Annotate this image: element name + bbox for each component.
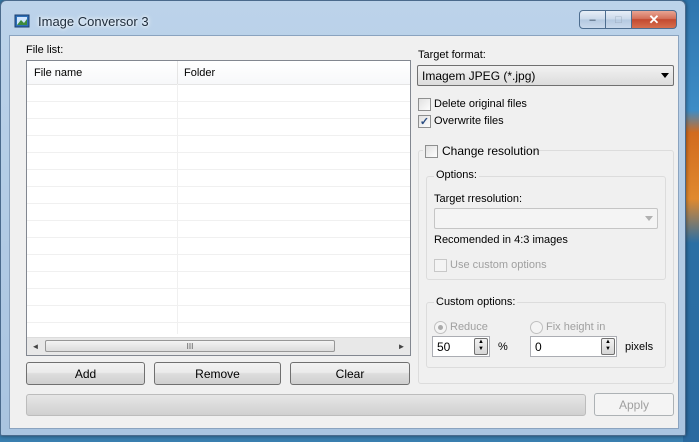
apply-button[interactable]: Apply [594, 393, 674, 416]
overwrite-label[interactable]: Overwrite files [434, 115, 504, 127]
fix-height-radio[interactable] [530, 321, 543, 334]
height-value: 0 [535, 340, 542, 354]
scroll-left-button[interactable]: ◄ [27, 338, 44, 355]
column-gridline [177, 84, 178, 334]
delete-original-checkbox[interactable] [418, 98, 431, 111]
reduce-value: 50 [437, 340, 451, 354]
fix-height-label[interactable]: Fix height in [546, 321, 605, 333]
change-resolution-checkbox[interactable] [425, 145, 438, 158]
overwrite-checkbox[interactable]: ✓ [418, 115, 431, 128]
target-format-value: Imagem JPEG (*.jpg) [422, 69, 536, 83]
chevron-down-icon [645, 216, 653, 221]
maximize-icon: □ [615, 13, 622, 26]
delete-original-label[interactable]: Delete original files [434, 98, 527, 110]
grid-row-line [27, 135, 410, 136]
app-icon [14, 14, 30, 28]
column-divider[interactable] [177, 61, 178, 84]
file-list-view[interactable]: File name Folder ◄ III ► [26, 60, 411, 356]
grid-row-line [27, 237, 410, 238]
file-list-label: File list: [26, 44, 64, 56]
conversion-progress-bar [26, 394, 586, 416]
target-resolution-label: Target rresolution: [434, 193, 523, 205]
grid-row-line [27, 101, 410, 102]
horizontal-scrollbar[interactable]: ◄ III ► [27, 337, 410, 355]
use-custom-checkbox[interactable] [434, 259, 447, 272]
grid-row-line [27, 118, 410, 119]
grip-icon: III [186, 341, 194, 351]
grid-row-line [27, 322, 410, 323]
maximize-button[interactable]: □ [606, 10, 632, 29]
scroll-thumb[interactable]: III [45, 340, 335, 352]
recommended-text: Recomended in 4:3 images [434, 234, 568, 246]
grid-row-line [27, 288, 410, 289]
close-button[interactable]: ✕ [632, 10, 677, 29]
height-pixels-spinner[interactable]: 0 ▲ ▼ [530, 336, 617, 357]
custom-options-group [426, 302, 666, 368]
custom-options-title: Custom options: [434, 296, 518, 308]
client-area: File list: File name Folder ◄ III ► Add … [9, 35, 679, 429]
minimize-icon: – [589, 13, 596, 26]
close-icon: ✕ [648, 11, 660, 27]
pixels-unit: pixels [625, 341, 654, 353]
arrow-right-icon: ► [397, 342, 406, 351]
minimize-button[interactable]: – [579, 10, 606, 29]
app-window: Image Conversor 3 – □ ✕ File list: File … [0, 0, 686, 436]
grid-row-line [27, 305, 410, 306]
checkmark-icon: ✓ [419, 116, 430, 128]
target-format-label: Target format: [418, 49, 486, 61]
spinner-arrows-icon[interactable]: ▲ ▼ [474, 338, 488, 355]
add-button[interactable]: Add [26, 362, 145, 385]
target-resolution-dropdown[interactable] [434, 208, 658, 229]
grid-row-line [27, 271, 410, 272]
column-file-name[interactable]: File name [34, 67, 82, 79]
column-folder[interactable]: Folder [184, 67, 215, 79]
scroll-right-button[interactable]: ► [393, 338, 410, 355]
grid-row-line [27, 203, 410, 204]
grid-row-line [27, 169, 410, 170]
grid-row-line [27, 220, 410, 221]
target-format-dropdown[interactable]: Imagem JPEG (*.jpg) [417, 65, 674, 86]
chevron-down-icon [661, 73, 669, 78]
use-custom-label[interactable]: Use custom options [450, 259, 547, 271]
remove-button[interactable]: Remove [154, 362, 281, 385]
percent-sign: % [498, 341, 508, 353]
title-bar[interactable]: Image Conversor 3 – □ ✕ [1, 1, 685, 37]
grid-row-line [27, 152, 410, 153]
clear-button[interactable]: Clear [290, 362, 410, 385]
arrow-left-icon: ◄ [31, 342, 40, 351]
list-header: File name Folder [27, 61, 410, 85]
reduce-radio[interactable] [434, 321, 447, 334]
window-title: Image Conversor 3 [38, 14, 149, 29]
reduce-percent-spinner[interactable]: 50 ▲ ▼ [432, 336, 490, 357]
grid-row-line [27, 254, 410, 255]
reduce-label[interactable]: Reduce [450, 321, 488, 333]
caption-buttons: – □ ✕ [579, 10, 677, 30]
change-resolution-label[interactable]: Change resolution [442, 144, 539, 158]
spinner-arrows-icon[interactable]: ▲ ▼ [601, 338, 615, 355]
options-title: Options: [434, 169, 479, 181]
grid-row-line [27, 186, 410, 187]
